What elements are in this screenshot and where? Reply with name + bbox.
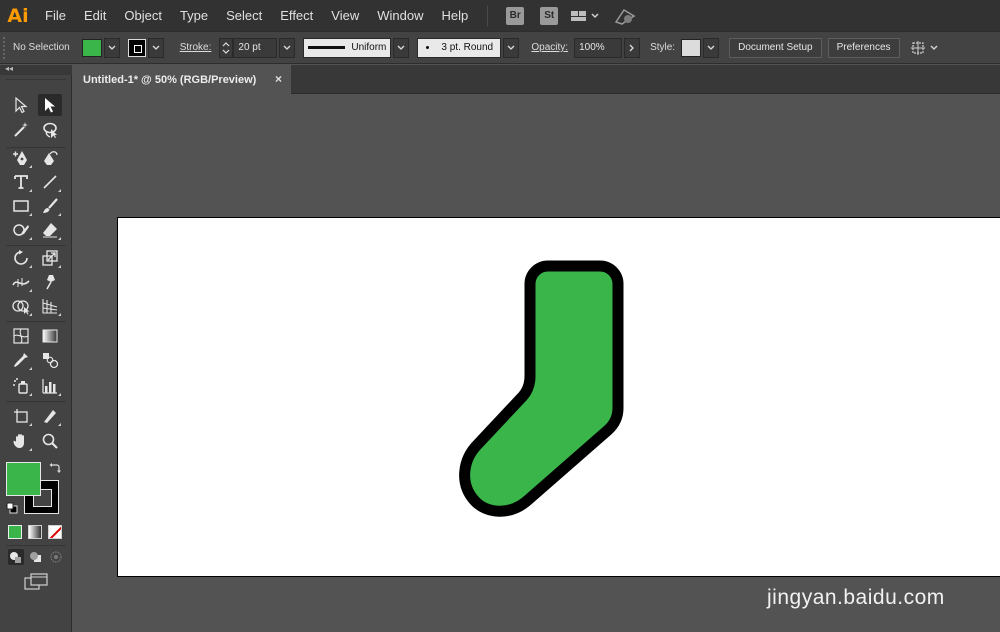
swap-fill-stroke-icon[interactable] [49,461,61,479]
stroke-weight-stepper[interactable] [219,37,234,58]
collapse-icon[interactable]: ◂◂ [5,64,13,73]
toolbox-grip [6,79,66,80]
rotate-tool-icon[interactable] [9,247,33,269]
draw-behind-icon[interactable] [28,549,44,570]
slice-tool-icon[interactable] [38,405,62,427]
control-bar: No Selection Stroke: 20 pt Uniform 3 pt.… [0,31,1000,64]
app-logo: Ai [7,4,29,27]
brush-label: 3 pt. Round [441,42,494,53]
brush-definition[interactable]: 3 pt. Round [417,37,502,58]
scale-tool-icon[interactable] [38,247,62,269]
line-segment-tool-icon[interactable] [38,171,62,193]
color-mode-button[interactable] [8,525,22,539]
none-mode-button[interactable] [48,525,62,539]
magic-wand-tool-icon[interactable] [9,119,33,141]
draw-inside-icon[interactable] [48,549,64,570]
bridge-button[interactable]: Br [506,6,525,25]
pen-tool-icon[interactable] [9,147,33,169]
style-label: Style: [650,42,676,53]
brush-dropdown[interactable] [503,37,520,58]
blend-tool-icon[interactable] [38,349,62,371]
sock-shape[interactable] [118,218,1000,577]
column-graph-tool-icon[interactable] [38,375,62,397]
change-screen-mode-icon[interactable] [24,573,48,596]
menu-file[interactable]: File [36,0,75,31]
toolbox-divider [6,401,66,402]
toolbox [0,75,72,632]
opacity-expand[interactable] [624,37,641,58]
stroke-swatch[interactable] [127,38,146,57]
menu-window[interactable]: Window [368,0,432,31]
toolbox-divider [6,321,66,322]
style-dropdown[interactable] [703,37,720,58]
eraser-tool-icon[interactable] [38,219,62,241]
canvas-area[interactable] [73,94,1000,632]
menu-type[interactable]: Type [171,0,217,31]
mesh-tool-icon[interactable] [9,325,33,347]
fill-color-proxy[interactable] [6,462,41,496]
graphic-style-swatch[interactable] [681,38,702,57]
shape-builder-tool-icon[interactable] [9,295,33,317]
preferences-button[interactable]: Preferences [827,37,900,58]
eyedropper-tool-icon[interactable] [9,349,33,371]
selection-tool-icon[interactable] [9,94,33,116]
puppet-warp-tool-icon[interactable] [38,271,62,293]
opacity-label[interactable]: Opacity: [525,42,574,53]
arrange-documents-icon[interactable] [910,40,940,56]
document-setup-button[interactable]: Document Setup [729,37,822,58]
default-fill-stroke-icon[interactable] [6,501,18,519]
menu-divider [487,5,489,26]
profile-dropdown[interactable] [393,37,410,58]
toolbox-divider [6,545,66,546]
gradient-mode-button[interactable] [28,525,42,539]
menu-view[interactable]: View [322,0,368,31]
zoom-tool-icon[interactable] [38,430,62,452]
hand-tool-icon[interactable] [9,430,33,452]
profile-line-icon [308,46,346,49]
curvature-tool-icon[interactable] [38,147,62,169]
stock-button[interactable]: St [540,6,559,25]
width-tool-icon[interactable] [9,271,33,293]
variable-width-profile[interactable]: Uniform [303,37,392,58]
direct-selection-tool-icon[interactable] [38,94,62,116]
artboard-tool-icon[interactable] [9,405,33,427]
stroke-weight-dropdown[interactable] [279,37,296,58]
stroke-label[interactable]: Stroke: [174,42,218,53]
stroke-weight-input[interactable]: 20 pt [233,37,278,58]
opacity-input[interactable]: 100% [574,37,623,58]
menu-effect[interactable]: Effect [271,0,322,31]
paintbrush-tool-icon[interactable] [38,195,62,217]
toolbox-divider [6,245,66,246]
document-tab-bar: Untitled-1* @ 50% (RGB/Preview) × [73,65,1000,94]
perspective-grid-tool-icon[interactable] [38,295,62,317]
brush-dot-icon [426,46,430,49]
menu-object[interactable]: Object [115,0,171,31]
fill-dropdown[interactable] [103,37,120,58]
illustrator-window: Ai File Edit Object Type Select Effect V… [0,0,1000,632]
document-tab-title: Untitled-1* @ 50% (RGB/Preview) [83,73,257,86]
menu-select[interactable]: Select [217,0,271,31]
symbol-sprayer-tool-icon[interactable] [9,375,33,397]
selection-status: No Selection [13,42,70,53]
fill-swatch[interactable] [81,38,102,57]
stroke-dropdown[interactable] [147,37,164,58]
close-icon[interactable]: × [275,72,282,86]
lasso-tool-icon[interactable] [38,119,62,141]
gradient-tool-icon[interactable] [38,325,62,347]
document-tab[interactable]: Untitled-1* @ 50% (RGB/Preview) × [73,65,291,94]
menu-bar: Ai File Edit Object Type Select Effect V… [0,0,1000,31]
menu-help[interactable]: Help [432,0,477,31]
artboard[interactable] [117,217,1000,577]
workspace-switcher-icon[interactable] [570,8,600,24]
menu-edit[interactable]: Edit [75,0,115,31]
profile-label: Uniform [351,42,387,53]
sock-path[interactable] [459,260,624,517]
toolbox-header[interactable]: ◂◂ [0,64,72,75]
type-tool-icon[interactable] [9,171,33,193]
gpu-performance-icon[interactable] [614,6,636,26]
draw-normal-icon[interactable] [8,549,24,570]
shaper-tool-icon[interactable] [9,219,33,241]
rectangle-tool-icon[interactable] [9,195,33,217]
